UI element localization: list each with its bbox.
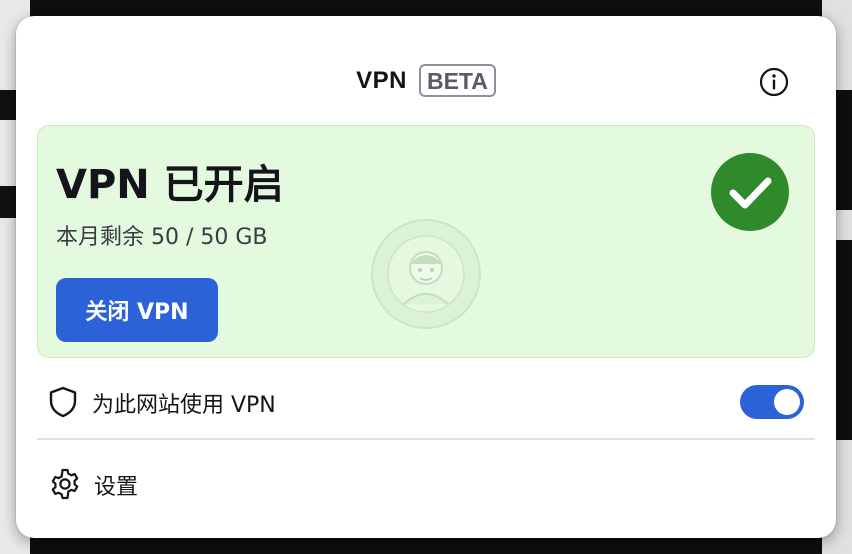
vpn-status-title: VPN 已开启 bbox=[56, 162, 284, 208]
title-group: VPN BETA bbox=[16, 64, 836, 97]
settings-label: 设置 bbox=[94, 475, 139, 500]
site-vpn-label: 为此网站使用 VPN bbox=[92, 393, 276, 418]
beta-badge: BETA bbox=[418, 64, 496, 97]
toggle-knob bbox=[774, 389, 800, 415]
site-vpn-row: 为此网站使用 VPN bbox=[46, 380, 806, 424]
shield-icon bbox=[48, 386, 78, 418]
settings-button[interactable]: 设置 bbox=[46, 463, 346, 507]
turn-off-vpn-button[interactable]: 关闭 VPN bbox=[56, 278, 218, 342]
popup-title: VPN bbox=[356, 66, 407, 94]
gear-icon bbox=[48, 467, 82, 501]
vpn-status-card: VPN 已开启 本月剩余 50 / 50 GB 关闭 VPN bbox=[37, 125, 815, 358]
data-remaining-text: 本月剩余 50 / 50 GB bbox=[56, 225, 268, 250]
vpn-popup: VPN BETA VPN 已开启 本月剩余 50 / 50 GB 关闭 VPN bbox=[16, 16, 836, 538]
popup-header: VPN BETA bbox=[16, 16, 836, 126]
watermark-logo bbox=[368, 216, 484, 332]
site-vpn-toggle[interactable] bbox=[740, 385, 804, 419]
divider bbox=[37, 438, 815, 440]
info-icon[interactable] bbox=[758, 66, 790, 98]
checkmark-circle-icon bbox=[709, 151, 791, 233]
